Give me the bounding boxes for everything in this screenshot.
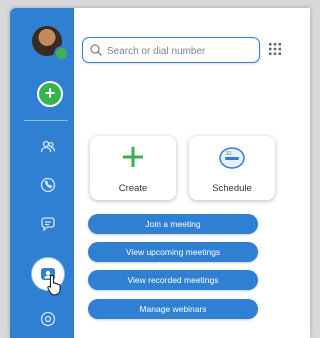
create-tile[interactable]: Create — [90, 136, 176, 200]
schedule-tile[interactable]: 31 Schedule — [189, 136, 275, 200]
webinar-icon[interactable] — [37, 308, 59, 330]
search-icon — [90, 44, 102, 56]
app-window: + Search or dial number Create 31 Schedu… — [10, 8, 310, 338]
plus-icon — [123, 147, 143, 167]
schedule-label: Schedule — [212, 183, 252, 194]
add-button[interactable]: + — [37, 81, 63, 107]
manage-webinars-button[interactable]: Manage webinars — [88, 299, 258, 319]
presence-status-icon — [54, 46, 69, 61]
search-bar[interactable] — [82, 37, 260, 63]
hand-cursor-icon — [47, 274, 61, 296]
phone-icon[interactable] — [37, 174, 59, 196]
contacts-icon[interactable] — [37, 136, 59, 158]
view-recorded-meetings-button[interactable]: View recorded meetings — [88, 270, 258, 290]
sidebar: + — [10, 8, 74, 338]
search-input[interactable] — [105, 41, 259, 61]
create-label: Create — [118, 183, 148, 194]
join-meeting-button[interactable]: Join a meeting — [88, 214, 258, 234]
sidebar-divider — [24, 120, 68, 121]
svg-text:31: 31 — [226, 151, 232, 157]
calendar-icon: 31 — [219, 147, 245, 169]
view-upcoming-meetings-button[interactable]: View upcoming meetings — [88, 242, 258, 262]
chat-icon[interactable] — [37, 213, 59, 235]
dialpad-icon[interactable] — [268, 42, 282, 56]
